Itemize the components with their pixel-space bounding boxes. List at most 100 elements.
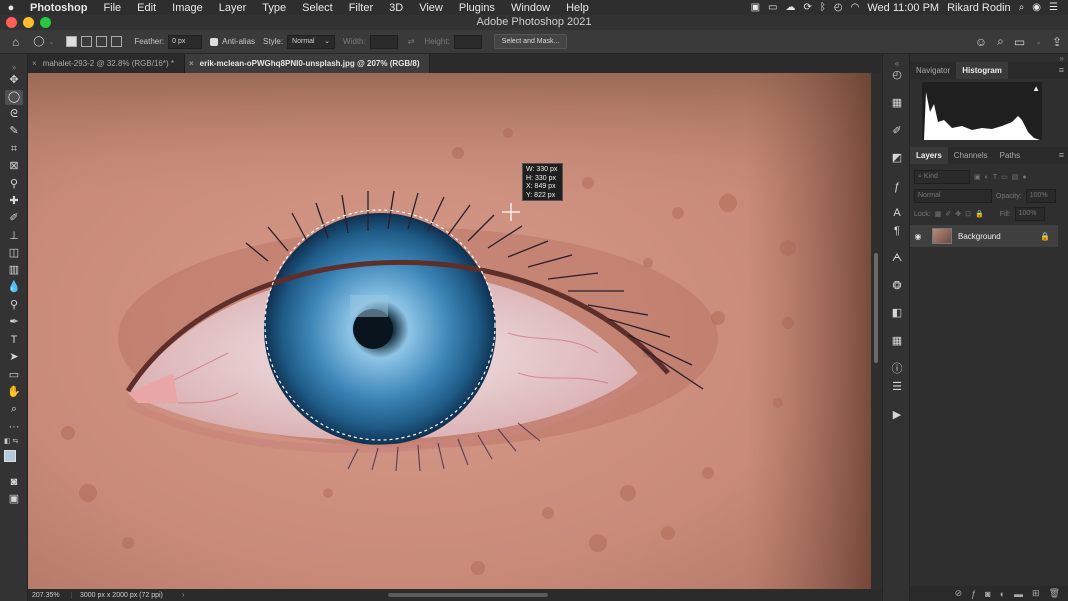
apple-icon[interactable]: ● (0, 2, 22, 14)
close-tab-icon[interactable]: × (189, 59, 194, 68)
add-mask-icon[interactable]: ◙ (985, 589, 990, 599)
rectangle-tool-icon[interactable]: ▭ (5, 368, 23, 383)
elliptical-marquee-preset-icon[interactable]: ◯ (33, 36, 44, 47)
share-icon[interactable]: ⇪ (1052, 35, 1062, 49)
intersect-selection-mode-icon[interactable] (111, 36, 123, 47)
tab-layers[interactable]: Layers (910, 147, 948, 164)
lock-all-icon[interactable]: 🔒 (975, 210, 984, 218)
swatches-icon[interactable]: ▦ (888, 333, 906, 349)
tab-document-1[interactable]: × mahalet-293-2 @ 32.8% (RGB/16*) * (28, 54, 185, 73)
menu-layer[interactable]: Layer (211, 2, 255, 14)
screen-record-icon[interactable]: ▣ (751, 2, 760, 13)
tab-histogram[interactable]: Histogram (956, 62, 1008, 79)
zoom-level[interactable]: 207.35% (28, 591, 72, 599)
display-icon[interactable]: ▭ (768, 2, 777, 13)
search-icon[interactable]: ⌕ (997, 34, 1004, 49)
filter-toggle-icon[interactable]: ● (1022, 174, 1026, 181)
lock-image-icon[interactable]: ✐ (945, 210, 951, 218)
move-tool-icon[interactable]: ✥ (5, 73, 23, 88)
type-filter-icon[interactable]: T (993, 174, 997, 181)
document-canvas[interactable]: W: 330 px H: 330 px X: 849 px Y: 822 px (28, 73, 871, 589)
sync-icon[interactable]: ⟳ (803, 2, 811, 13)
menu-type[interactable]: Type (254, 2, 294, 14)
lock-position-icon[interactable]: ✥ (955, 210, 961, 218)
menu-help[interactable]: Help (558, 2, 597, 14)
eyedropper-tool-icon[interactable]: ⚲ (5, 177, 23, 192)
panel-menu-icon[interactable]: ≡ (1059, 62, 1064, 79)
subtract-selection-mode-icon[interactable] (96, 36, 108, 47)
zoom-window-button[interactable] (40, 17, 51, 28)
layer-row-background[interactable]: ◉ Background 🔒 (910, 225, 1058, 247)
pen-tool-icon[interactable]: ✒ (5, 315, 23, 330)
menubar-datetime[interactable]: Wed 11:00 PM (867, 2, 939, 14)
quick-selection-tool-icon[interactable]: ✎ (5, 124, 23, 139)
actions-play-icon[interactable]: ▶ (888, 407, 906, 423)
path-selection-tool-icon[interactable]: ➤ (5, 350, 23, 365)
menu-app-name[interactable]: Photoshop (22, 2, 95, 14)
add-selection-mode-icon[interactable] (81, 36, 93, 47)
healing-brush-tool-icon[interactable]: ✚ (5, 194, 23, 209)
height-input[interactable] (453, 34, 482, 49)
blend-mode-select[interactable]: Normal (914, 189, 992, 203)
lasso-tool-icon[interactable]: ᘓ (5, 107, 23, 122)
visibility-eye-icon[interactable]: ◉ (910, 232, 926, 241)
gradient-tool-icon[interactable]: ▥ (5, 263, 23, 278)
user-search-icon[interactable]: ☺ (975, 35, 987, 49)
shape-filter-icon[interactable]: ▭ (1001, 173, 1008, 181)
glyphs-icon[interactable]: ᗅ (888, 250, 906, 266)
adjustment-layer-icon[interactable]: ◐ (1000, 589, 1005, 599)
sliders-icon[interactable]: ☰ (888, 379, 906, 395)
type-tool-icon[interactable]: T (5, 333, 23, 348)
styles-icon[interactable]: ƒ (888, 179, 906, 195)
select-and-mask-button[interactable]: Select and Mask... (493, 34, 568, 49)
spotlight-icon[interactable]: ⌕ (1019, 2, 1025, 13)
menu-image[interactable]: Image (164, 2, 211, 14)
frame-tool-icon[interactable]: ⊠ (5, 159, 23, 174)
character-icon[interactable]: A (888, 205, 906, 221)
menu-filter[interactable]: Filter (341, 2, 381, 14)
tab-channels[interactable]: Channels (948, 147, 994, 164)
adjustment-filter-icon[interactable]: ◐ (985, 174, 989, 181)
document-info[interactable]: 3000 px x 2000 px (72 ppi) (72, 592, 182, 599)
brush-settings-icon[interactable]: ✐ (888, 123, 906, 139)
home-icon[interactable]: ⌂ (12, 35, 19, 49)
clone-stamp-tool-icon[interactable]: ⊥ (5, 229, 23, 244)
zoom-tool-icon[interactable]: ⌕ (5, 402, 23, 417)
adjustments-icon[interactable]: ◩ (888, 150, 906, 166)
3d-icon[interactable]: ❂ (888, 278, 906, 294)
blur-tool-icon[interactable]: 💧 (5, 280, 23, 295)
horizontal-scroll-thumb[interactable] (388, 593, 548, 597)
crop-tool-icon[interactable]: ⌗ (5, 142, 23, 157)
width-input[interactable] (369, 34, 398, 49)
fill-input[interactable]: 100% (1014, 207, 1045, 221)
opacity-input[interactable]: 100% (1025, 189, 1056, 203)
chevron-down-icon[interactable]: ⌄ (48, 38, 54, 46)
menu-select[interactable]: Select (294, 2, 341, 14)
foreground-color-swatch[interactable] (4, 450, 16, 462)
link-layers-icon[interactable]: ⊘ (955, 588, 963, 599)
menu-window[interactable]: Window (503, 2, 558, 14)
menubar-user[interactable]: Rikard Rodin (947, 2, 1011, 14)
screen-mode-icon[interactable]: ▣ (5, 492, 23, 507)
layer-style-icon[interactable]: ƒ (971, 589, 976, 599)
brush-tool-icon[interactable]: ✐ (5, 211, 23, 226)
antialias-checkbox[interactable] (210, 37, 219, 46)
info-icon[interactable]: ⓘ (888, 361, 906, 377)
new-selection-mode-icon[interactable] (66, 36, 78, 47)
eraser-tool-icon[interactable]: ◫ (5, 246, 23, 261)
smart-object-filter-icon[interactable]: ▤ (1012, 173, 1019, 181)
properties-icon[interactable]: ◧ (888, 305, 906, 321)
kind-filter-select[interactable]: ⌕ Kind (914, 170, 970, 184)
swap-colors-icon[interactable]: ◧ ⇆ (4, 437, 24, 445)
menu-edit[interactable]: Edit (129, 2, 164, 14)
more-tools-icon[interactable]: ··· (5, 420, 23, 435)
menu-3d[interactable]: 3D (381, 2, 411, 14)
siri-icon[interactable]: ◉ (1032, 2, 1041, 13)
control-center-icon[interactable]: ☰ (1049, 2, 1058, 13)
scroll-thumb[interactable] (874, 253, 878, 363)
style-select[interactable]: Normal ⌄ (287, 34, 336, 49)
lock-artboard-icon[interactable]: ⊡ (965, 210, 971, 218)
elliptical-marquee-tool-icon[interactable]: ◯ (5, 90, 23, 105)
menu-plugins[interactable]: Plugins (451, 2, 503, 14)
close-window-button[interactable] (6, 17, 17, 28)
